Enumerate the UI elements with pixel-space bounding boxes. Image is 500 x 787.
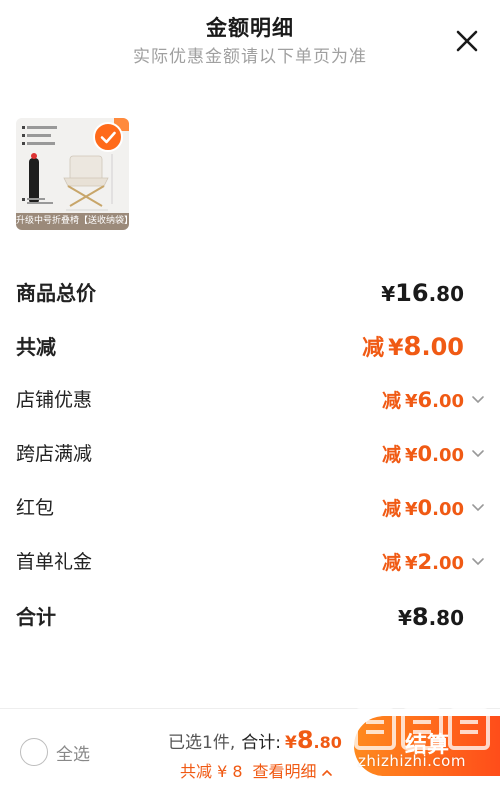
page-subtitle: 实际优惠金额请以下单页为准 — [133, 47, 367, 67]
chevron-down-icon[interactable] — [470, 553, 486, 569]
discount-total: 共减 ¥ 8 — [180, 762, 243, 781]
chevron-down-icon[interactable] — [470, 391, 486, 407]
shop-coupon-label: 店铺优惠 — [16, 389, 93, 411]
cross-store-row[interactable]: 跨店满减 减 ¥0.00 — [16, 436, 486, 472]
shop-coupon-amount: 减 ¥6.00 — [381, 388, 464, 412]
red-packet-amount: 减 ¥0.00 — [381, 496, 464, 520]
first-order-label: 首单礼金 — [16, 551, 93, 573]
page-title: 金额明细 — [206, 16, 294, 40]
footer-total-label: 合计: — [241, 733, 281, 753]
select-all-radio[interactable] — [20, 738, 48, 766]
first-order-amount: 减 ¥2.00 — [381, 550, 464, 574]
cross-store-amount: 减 ¥0.00 — [381, 442, 464, 466]
selected-count: 已选1件, — [168, 733, 236, 753]
order-summary: 已选1件, 合计: ¥8.80 — [168, 726, 342, 754]
watermark-logo — [354, 708, 490, 750]
total-row: 合计 ¥8.80 — [16, 599, 486, 635]
total-amount: ¥8.80 — [397, 603, 464, 631]
subtotal-amount: ¥16.80 — [381, 279, 464, 307]
total-reduce-label: 共减 — [16, 335, 56, 359]
select-all-label: 全选 — [56, 745, 90, 765]
chevron-down-icon[interactable] — [470, 499, 486, 515]
amount-detail-sheet: 金额明细 实际优惠金额请以下单页为准 升级中号折叠椅【送收纳袋】 商品总价 ¥1… — [0, 0, 500, 787]
chevron-down-icon[interactable] — [470, 445, 486, 461]
cross-store-label: 跨店满减 — [16, 443, 93, 465]
total-label: 合计 — [16, 605, 56, 629]
first-order-row[interactable]: 首单礼金 减 ¥2.00 — [16, 544, 486, 580]
chevron-up-icon[interactable] — [321, 768, 333, 778]
watermark-text: zhizhizhi.com — [358, 752, 466, 770]
selected-check-icon[interactable] — [93, 122, 123, 152]
shop-coupon-row[interactable]: 店铺优惠 减 ¥6.00 — [16, 382, 486, 418]
subtotal-label: 商品总价 — [16, 281, 96, 305]
product-caption: 升级中号折叠椅【送收纳袋】 — [16, 213, 129, 230]
close-icon[interactable] — [452, 26, 482, 56]
red-packet-row[interactable]: 红包 减 ¥0.00 — [16, 490, 486, 526]
view-detail-link[interactable]: 查看明细 — [253, 762, 317, 781]
subtotal-row: 商品总价 ¥16.80 — [16, 275, 486, 311]
total-reduce-amount: 减 ¥8.00 — [362, 332, 464, 362]
red-packet-label: 红包 — [16, 497, 55, 519]
discount-summary: 共减 ¥ 8 查看明细 — [180, 758, 333, 782]
total-reduce-row: 共减 减 ¥8.00 — [16, 329, 486, 365]
